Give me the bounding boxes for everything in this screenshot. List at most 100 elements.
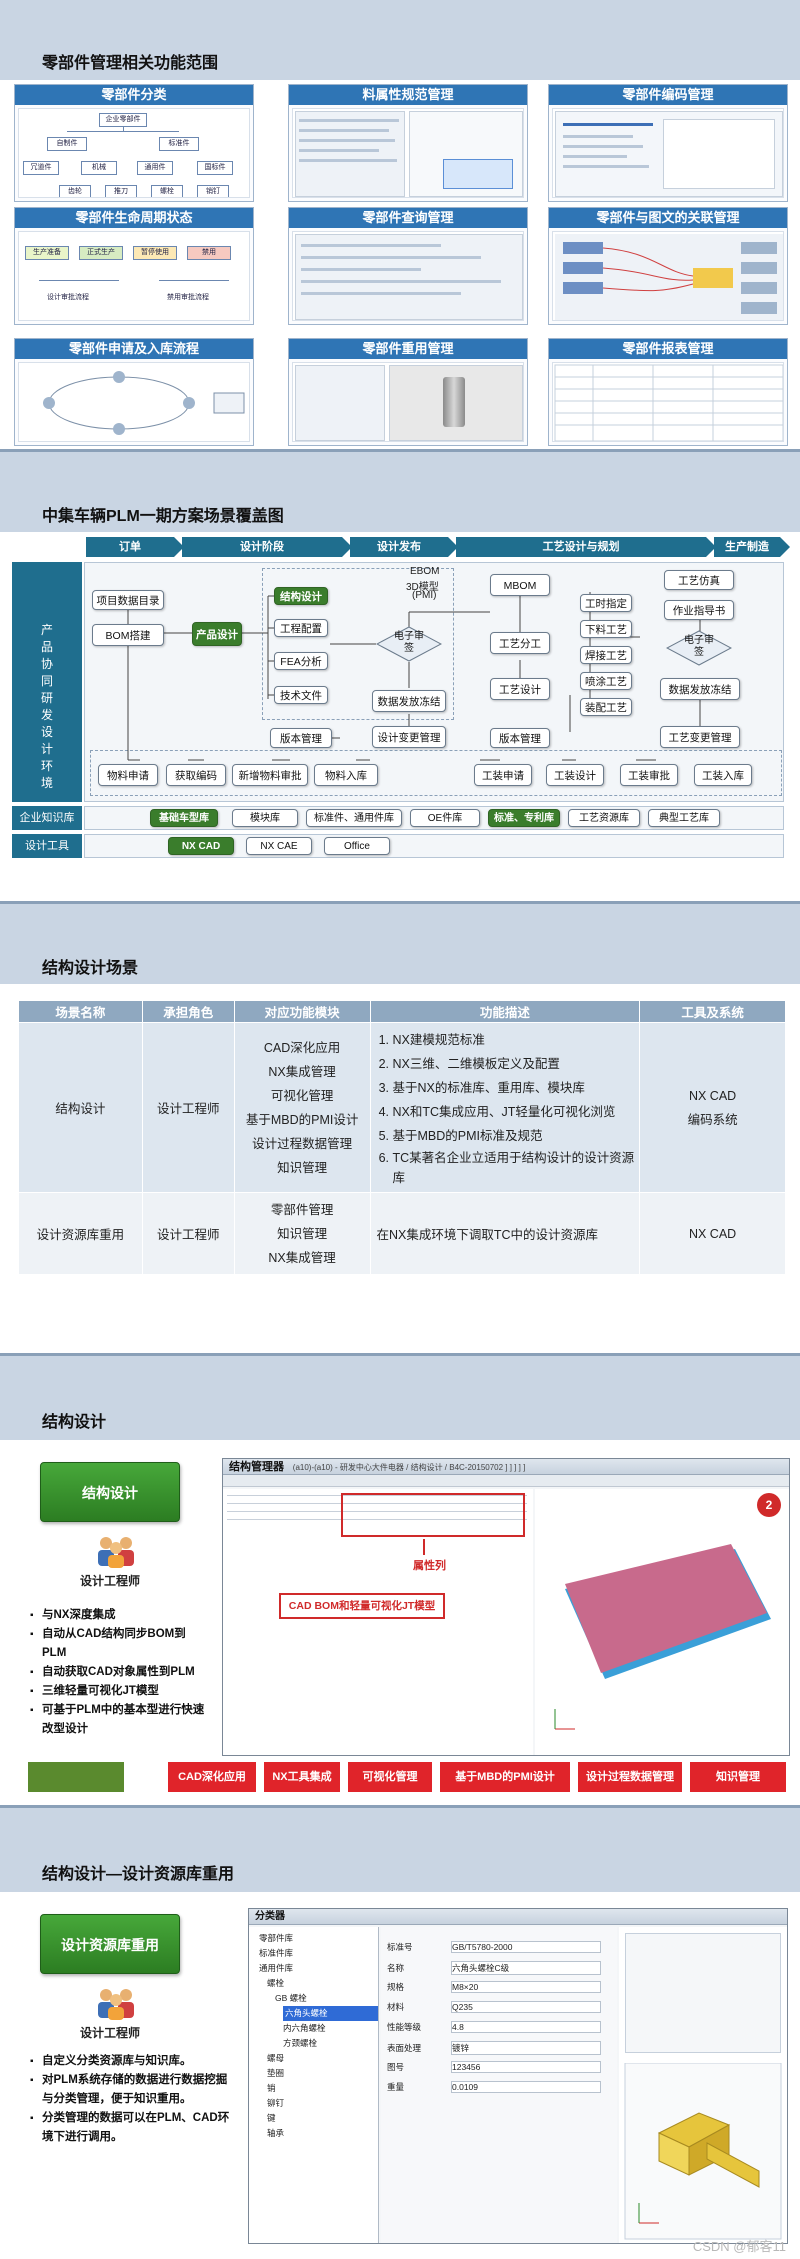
toolbar: [223, 1475, 789, 1487]
prop-value[interactable]: 4.8: [451, 2021, 601, 2033]
title-band: [0, 1356, 800, 1440]
attr-column-label: 属性列: [413, 1560, 446, 1572]
tree-item[interactable]: 通用件库: [259, 1961, 378, 1976]
btn-process-data[interactable]: 设计过程数据管理: [578, 1762, 682, 1792]
row-line: [563, 165, 649, 168]
node-proc-divide: 工艺分工: [490, 632, 550, 654]
panel-title: 零部件报表管理: [549, 339, 787, 359]
tool-nx-cad: NX CAD: [168, 837, 234, 855]
tree-item[interactable]: 垫圈: [259, 2066, 378, 2081]
cell-tools: NX CAD: [639, 1192, 786, 1275]
node-proc-sim: 工艺仿真: [664, 570, 734, 590]
prop-row: 规格 M8×20: [387, 1981, 601, 1993]
module-item: 可视化管理: [270, 1088, 334, 1103]
callout-note: [443, 159, 513, 189]
node-hour: 工时指定: [580, 594, 632, 612]
role-label: 设计工程师: [79, 1574, 140, 1588]
tree-node: 标准件: [159, 137, 199, 151]
node-design-change: 设计变更管理: [372, 726, 446, 748]
description-item: NX建模规范标准: [393, 1028, 640, 1052]
cell-tools: NX CAD 编码系统: [639, 1022, 786, 1193]
tree-item[interactable]: 零部件库: [259, 1931, 378, 1946]
tree-node: 齿轮: [59, 185, 91, 197]
prop-label: 规格: [387, 1982, 405, 1992]
prop-value[interactable]: 镀锌: [451, 2041, 601, 2055]
row-line: [301, 292, 461, 295]
flow-line: [159, 280, 229, 281]
resource-reuse-button[interactable]: 设计资源库重用: [40, 1914, 180, 1974]
tree-item-selected[interactable]: 六角头螺栓: [283, 2006, 378, 2021]
btn-visual[interactable]: 可视化管理: [348, 1762, 432, 1792]
row-line: [563, 123, 653, 126]
tree-item[interactable]: GB 螺栓: [259, 1991, 378, 2006]
row-line: [563, 135, 633, 138]
tree-item[interactable]: 方颈螺栓: [259, 2036, 378, 2051]
row-line: [299, 119, 399, 122]
node-bom-build: BOM搭建: [92, 624, 164, 646]
tree-item[interactable]: 螺母: [259, 2051, 378, 2066]
prop-value[interactable]: M8×20: [451, 1981, 601, 1993]
col-header: 场景名称: [18, 1000, 143, 1023]
bom-tree-panel: 属性列 CAD BOM和轻量可视化JT模型: [223, 1489, 533, 1755]
node-proc-design: 工艺设计: [490, 678, 550, 700]
prop-value[interactable]: GB/T5780-2000: [451, 1941, 601, 1953]
description-item: 基于MBD的PMI标准及规范: [393, 1124, 640, 1148]
tree-item[interactable]: 铆钉: [259, 2096, 378, 2111]
cell-scenario: 设计资源库重用: [18, 1192, 143, 1275]
prop-label: 重量: [387, 2082, 405, 2092]
node-assembly: 装配工艺: [580, 698, 632, 716]
tree-node: 国标件: [197, 161, 233, 175]
structure-design-button[interactable]: 结构设计: [40, 1462, 180, 1522]
relation-screenshot: [552, 231, 784, 321]
kb-process-resource: 工艺资源库: [568, 809, 640, 827]
apply-flow-diagram: [18, 362, 250, 442]
panel-part-query: 零部件查询管理: [288, 207, 528, 325]
tree-item[interactable]: 螺栓: [259, 1976, 378, 1991]
tree-item[interactable]: 标准件库: [259, 1946, 378, 1961]
prop-value[interactable]: 六角头螺栓C级: [451, 1961, 601, 1975]
feature-item: 可基于PLM中的基本型进行快速改型设计: [30, 1701, 210, 1739]
btn-mbd-pmi[interactable]: 基于MBD的PMI设计: [440, 1762, 570, 1792]
tree-item[interactable]: 轴承: [259, 2126, 378, 2141]
table-header-row: 场景名称 承担角色 对应功能模块 功能描述 工具及系统: [18, 1000, 786, 1023]
ebom-label: EBOM: [410, 566, 440, 577]
prop-value[interactable]: 123456: [451, 2061, 601, 2073]
kb-standard-patent: 标准、专利库: [488, 809, 560, 827]
screenshot-area: [295, 111, 405, 197]
row-line: [301, 268, 421, 271]
tree-connector: [123, 126, 124, 132]
btn-nx-tools[interactable]: NX工具集成: [264, 1762, 340, 1792]
scenario-table: 场景名称 承担角色 对应功能模块 功能描述 工具及系统 结构设计 设计工程师 C…: [18, 1000, 786, 1275]
diamond-label: 电子审签: [394, 631, 424, 654]
tree-item[interactable]: 内六角螺栓: [259, 2021, 378, 2036]
feature-item: 对PLM系统存储的数据进行数据挖掘与分类管理，便于知识重用。: [30, 2071, 230, 2109]
prop-value[interactable]: Q235: [451, 2001, 601, 2013]
node-tool-store: 工装入库: [694, 764, 752, 786]
row-line: [299, 139, 395, 142]
node-tool-approve: 工装审批: [620, 764, 678, 786]
window-title-bar: 结构管理器 (a10)-(a10) - 研发中心大件电器 / 结构设计 / B4…: [223, 1459, 789, 1475]
row-line: [299, 129, 389, 132]
node-proc-change: 工艺变更管理: [660, 726, 740, 748]
feature-item: 分类管理的数据可以在PLM、CAD环境下进行调用。: [30, 2109, 230, 2147]
row-line: [563, 155, 627, 158]
state-box: 禁用: [187, 246, 231, 260]
tree-item[interactable]: 销: [259, 2081, 378, 2096]
cell-modules: CAD深化应用 NX集成管理 可视化管理 基于MBD的PMI设计 设计过程数据管…: [233, 1022, 371, 1193]
btn-knowledge[interactable]: 知识管理: [690, 1762, 786, 1792]
node-proc-version: 版本管理: [490, 728, 550, 748]
report-table-graphic: [554, 364, 783, 441]
btn-cad-deep[interactable]: CAD深化应用: [168, 1762, 256, 1792]
feature-item: 自定义分类资源库与知识库。: [30, 2052, 230, 2071]
watermark: CSDN @郁客11: [692, 2239, 786, 2254]
prop-value[interactable]: 0.0109: [451, 2081, 601, 2093]
prop-label: 图号: [387, 2062, 405, 2072]
row-line: [301, 256, 481, 259]
tree-item[interactable]: 键: [259, 2111, 378, 2126]
window-title: 结构管理器: [229, 1461, 284, 1473]
tool-item: 编码系统: [687, 1112, 738, 1127]
panel-part-apply: 零部件申请及入库流程: [14, 338, 254, 446]
query-screenshot: [292, 231, 524, 321]
lifecycle-diagram: 生产准备 正式生产 暂停使用 禁用 设计审批流程 禁用审批流程: [18, 231, 250, 321]
module-list: CAD深化应用 NX集成管理 可视化管理 基于MBD的PMI设计 设计过程数据管…: [235, 1036, 370, 1180]
